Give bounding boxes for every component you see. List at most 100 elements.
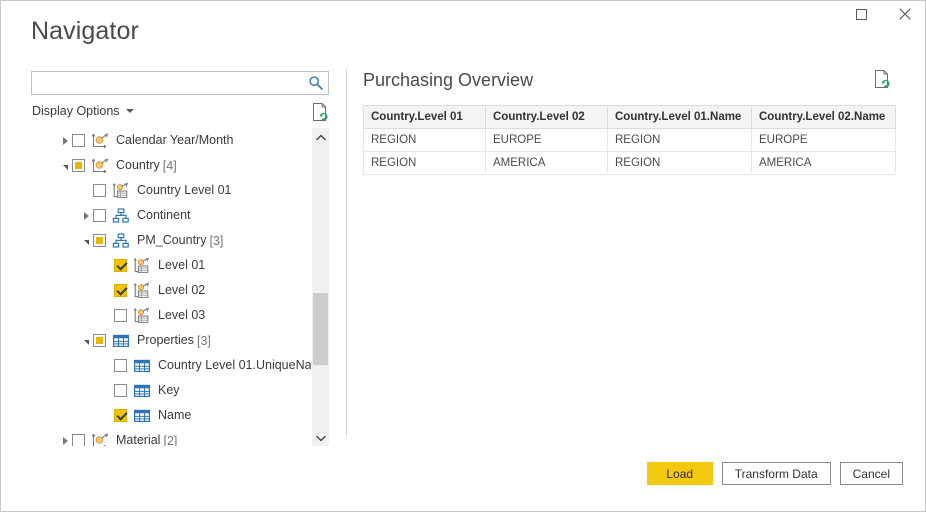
level-attribute-icon [133, 307, 151, 325]
footer-buttons: Load Transform Data Cancel [647, 462, 903, 485]
collapse-arrow-icon[interactable] [79, 228, 93, 253]
expander-spacer [100, 253, 114, 278]
tree-item-level-03[interactable]: Level 03 [31, 303, 311, 328]
tree-item-label: Level 01 [158, 259, 205, 272]
tree-item-count: [3] [197, 334, 211, 348]
tree-item-label: PM_Country [137, 234, 206, 247]
tree-item-checkbox[interactable] [114, 309, 127, 322]
transform-data-button[interactable]: Transform Data [722, 462, 831, 485]
tree-item-pm-country[interactable]: PM_Country[3] [31, 228, 311, 253]
tree-item-label: Country Level 01.UniqueName [158, 359, 311, 372]
preview-pane: Purchasing Overview Country.Level 01Coun… [363, 71, 897, 175]
table-row: REGIONEUROPEREGIONEUROPE [364, 129, 896, 152]
title-bar: Navigator [1, 1, 926, 33]
tree-item-checkbox[interactable] [114, 359, 127, 372]
tree-item-label: Level 02 [158, 284, 205, 297]
scroll-down-button[interactable] [312, 429, 329, 446]
level-attribute-icon [133, 282, 151, 300]
expander-spacer [100, 403, 114, 428]
cancel-button[interactable]: Cancel [840, 462, 903, 485]
object-tree[interactable]: Calendar Year/MonthCountry[4] Country Lev… [31, 128, 311, 446]
chevron-up-icon [316, 128, 326, 146]
tree-item-label: Key [158, 384, 180, 397]
table-cell: AMERICA [486, 152, 608, 175]
maximize-icon [856, 7, 867, 25]
tree-item-checkbox[interactable] [72, 159, 85, 172]
level-attribute-icon [112, 182, 130, 200]
tree-item-label: Country Level 01 [137, 184, 232, 197]
table-cell: REGION [608, 129, 752, 152]
close-icon [899, 7, 911, 25]
tree-item-label: Name [158, 409, 191, 422]
cube-dimension-icon [91, 132, 109, 150]
preview-header: Purchasing Overview [363, 71, 897, 103]
preview-refresh-icon[interactable] [873, 69, 891, 89]
scrollbar-thumb[interactable] [313, 293, 328, 365]
tree-item-checkbox[interactable] [114, 409, 127, 422]
expander-spacer [100, 278, 114, 303]
tree-item-key[interactable]: Key [31, 378, 311, 403]
display-options-dropdown[interactable]: Display Options [32, 104, 134, 118]
collapse-arrow-icon[interactable] [58, 153, 72, 178]
column-header[interactable]: Country.Level 02 [486, 106, 608, 129]
maximize-button[interactable] [839, 1, 883, 31]
tree-item-checkbox[interactable] [93, 234, 106, 247]
collapse-arrow-icon[interactable] [79, 328, 93, 353]
tree-scrollbar[interactable] [312, 128, 329, 446]
source-selection-pane: Display Options Calendar Year/MonthCount… [31, 71, 331, 441]
tree-item-continent[interactable]: Continent [31, 203, 311, 228]
preview-title: Purchasing Overview [363, 71, 533, 89]
window-controls [839, 1, 926, 31]
tree-item-checkbox[interactable] [93, 184, 106, 197]
hierarchy-icon [112, 232, 130, 250]
tree-item-properties[interactable]: Properties[3] [31, 328, 311, 353]
pane-divider [346, 69, 347, 437]
level-attribute-icon [133, 257, 151, 275]
tree-item-country-level-01-uniquename[interactable]: Country Level 01.UniqueName [31, 353, 311, 378]
scroll-up-button[interactable] [312, 128, 329, 145]
table-cell: EUROPE [752, 129, 896, 152]
expander-spacer [100, 303, 114, 328]
tree-item-country[interactable]: Country[4] [31, 153, 311, 178]
search-box[interactable] [31, 71, 329, 95]
tree-item-count: [4] [163, 159, 177, 173]
expand-arrow-icon[interactable] [58, 128, 72, 153]
tree-item-checkbox[interactable] [114, 259, 127, 272]
table-row: REGIONAMERICAREGIONAMERICA [364, 152, 896, 175]
tree-item-checkbox[interactable] [114, 284, 127, 297]
column-header[interactable]: Country.Level 02.Name [752, 106, 896, 129]
column-header[interactable]: Country.Level 01.Name [608, 106, 752, 129]
object-tree-wrapper: Calendar Year/MonthCountry[4] Country Lev… [31, 128, 329, 446]
tree-item-label: Continent [137, 209, 191, 222]
load-button[interactable]: Load [647, 462, 713, 485]
refresh-document-icon[interactable] [311, 102, 329, 122]
tree-item-label: Material [116, 434, 160, 446]
cube-dimension-icon [91, 432, 109, 447]
table-grid-icon [133, 382, 151, 400]
search-icon[interactable] [308, 75, 324, 91]
tree-item-checkbox[interactable] [72, 434, 85, 446]
tree-item-checkbox[interactable] [93, 334, 106, 347]
tree-item-label: Level 03 [158, 309, 205, 322]
table-header-row: Country.Level 01Country.Level 02Country.… [364, 106, 896, 129]
table-cell: AMERICA [752, 152, 896, 175]
tree-item-checkbox[interactable] [114, 384, 127, 397]
tree-item-checkbox[interactable] [93, 209, 106, 222]
tree-item-country-level-01[interactable]: Country Level 01 [31, 178, 311, 203]
close-button[interactable] [883, 1, 926, 31]
tree-item-level-01[interactable]: Level 01 [31, 253, 311, 278]
expand-arrow-icon[interactable] [79, 203, 93, 228]
hierarchy-icon [112, 207, 130, 225]
navigator-dialog: Navigator [0, 0, 926, 512]
table-cell: REGION [608, 152, 752, 175]
expand-arrow-icon[interactable] [58, 428, 72, 446]
tree-item-name[interactable]: Name [31, 403, 311, 428]
tree-item-calendar-year-month[interactable]: Calendar Year/Month [31, 128, 311, 153]
tree-item-material[interactable]: Material[2] [31, 428, 311, 446]
page-title: Navigator [31, 19, 139, 44]
expander-spacer [100, 378, 114, 403]
tree-item-level-02[interactable]: Level 02 [31, 278, 311, 303]
column-header[interactable]: Country.Level 01 [364, 106, 486, 129]
search-input[interactable] [32, 72, 304, 94]
tree-item-checkbox[interactable] [72, 134, 85, 147]
